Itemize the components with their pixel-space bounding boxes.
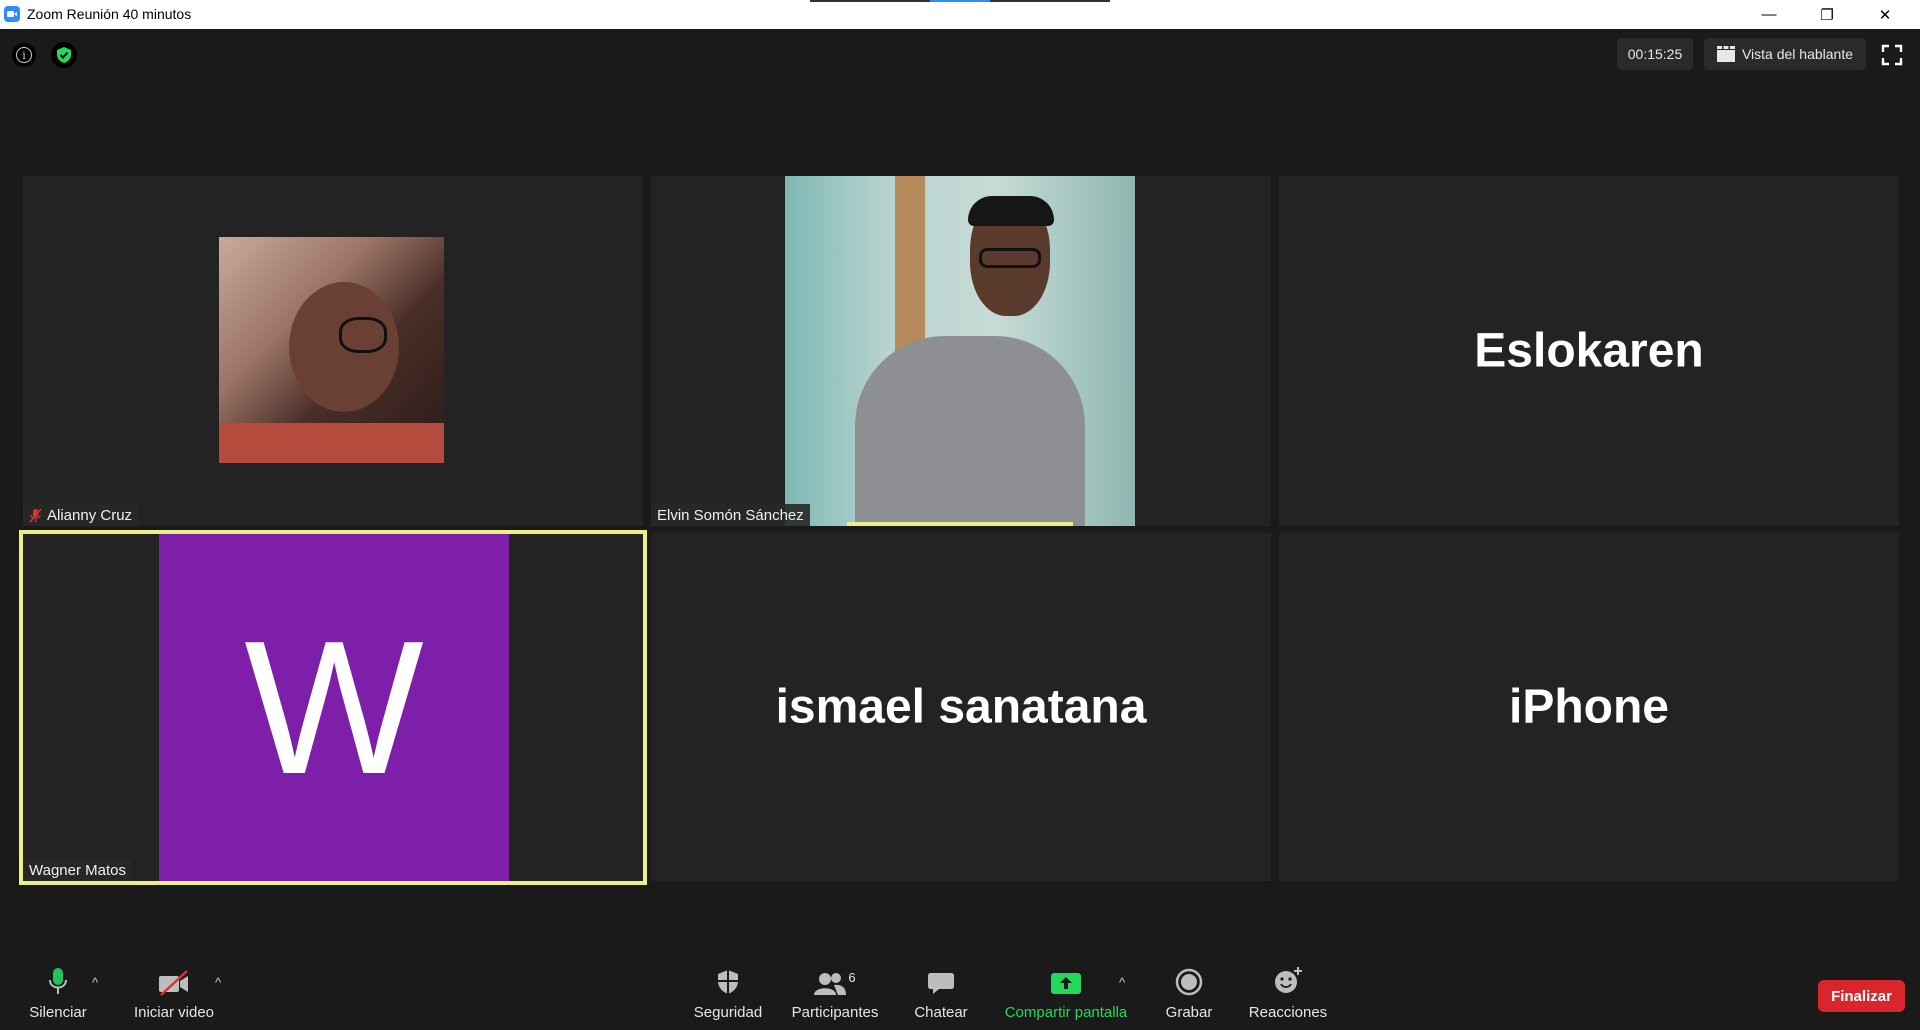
mic-muted-icon — [29, 507, 42, 523]
security-button[interactable]: Seguridad — [688, 960, 768, 1030]
shield-check-icon — [57, 47, 71, 63]
video-off-icon — [159, 970, 188, 996]
record-icon — [1175, 968, 1203, 996]
participant-name-label: Elvin Somón Sánchez — [651, 504, 810, 526]
participant-photo — [219, 237, 444, 463]
window-title: Zoom Reunión 40 minutos — [27, 6, 192, 22]
video-tile-elvin[interactable]: Elvin Somón Sánchez — [651, 176, 1271, 526]
video-tile-alianny[interactable]: Alianny Cruz — [23, 176, 643, 526]
video-tile-iphone[interactable]: iPhone — [1279, 533, 1899, 881]
share-screen-icon — [1051, 973, 1081, 994]
audio-level-indicator — [847, 522, 1073, 526]
encryption-shield-button[interactable] — [51, 42, 77, 68]
titlebar-drag-indicator — [810, 0, 1110, 2]
meeting-timer: 00:15:25 — [1617, 38, 1693, 70]
reactions-button[interactable]: Reacciones — [1245, 960, 1331, 1030]
speaker-view-button[interactable]: Vista del hablante — [1704, 38, 1866, 70]
meeting-info-button[interactable]: i — [12, 43, 36, 67]
minimize-button[interactable]: — — [1740, 0, 1798, 29]
window-titlebar[interactable]: Zoom Reunión 40 minutos — ❐ ✕ — [0, 0, 1920, 29]
share-options-caret[interactable]: ^ — [1119, 975, 1125, 990]
restore-button[interactable]: ❐ — [1798, 0, 1856, 29]
fullscreen-icon[interactable] — [1880, 43, 1904, 67]
avatar-tile: W — [159, 534, 509, 881]
audio-options-caret[interactable]: ^ — [92, 975, 98, 990]
participant-display-name: iPhone — [1508, 680, 1669, 734]
speaker-glow-left — [19, 674, 23, 754]
participants-button[interactable]: 6 Participantes — [786, 960, 884, 1030]
chat-button[interactable]: Chatear — [906, 960, 976, 1030]
speaker-view-label: Vista del hablante — [1741, 46, 1854, 62]
chat-bubble-icon — [928, 973, 954, 994]
video-tile-wagner[interactable]: W Wagner Matos — [19, 530, 647, 885]
security-shield-icon — [718, 970, 738, 994]
video-tile-ismael[interactable]: ismael sanatana — [651, 533, 1271, 881]
mute-button[interactable]: Silenciar — [22, 960, 94, 1030]
grid-view-icon — [1716, 46, 1735, 62]
share-screen-button[interactable]: Compartir pantalla — [996, 960, 1136, 1030]
participant-name-label: Wagner Matos — [23, 859, 132, 881]
participant-video — [785, 176, 1135, 526]
start-video-button[interactable]: Iniciar video — [128, 960, 220, 1030]
participants-count: 6 — [848, 970, 856, 985]
end-meeting-button[interactable]: Finalizar — [1818, 980, 1905, 1012]
participant-name-label: Alianny Cruz — [23, 504, 139, 526]
video-options-caret[interactable]: ^ — [215, 975, 221, 990]
microphone-icon — [49, 968, 67, 994]
participant-display-name: ismael sanatana — [775, 680, 1147, 734]
info-icon: i — [16, 47, 32, 63]
participant-display-name: Eslokaren — [1474, 324, 1704, 378]
zoom-app-icon — [4, 6, 20, 22]
reactions-emoji-icon — [1275, 967, 1302, 993]
participants-icon — [814, 973, 847, 995]
close-button[interactable]: ✕ — [1856, 0, 1914, 29]
record-button[interactable]: Grabar — [1156, 960, 1222, 1030]
avatar-letter: W — [244, 601, 424, 814]
video-tile-eslokaren[interactable]: Eslokaren — [1279, 176, 1899, 526]
